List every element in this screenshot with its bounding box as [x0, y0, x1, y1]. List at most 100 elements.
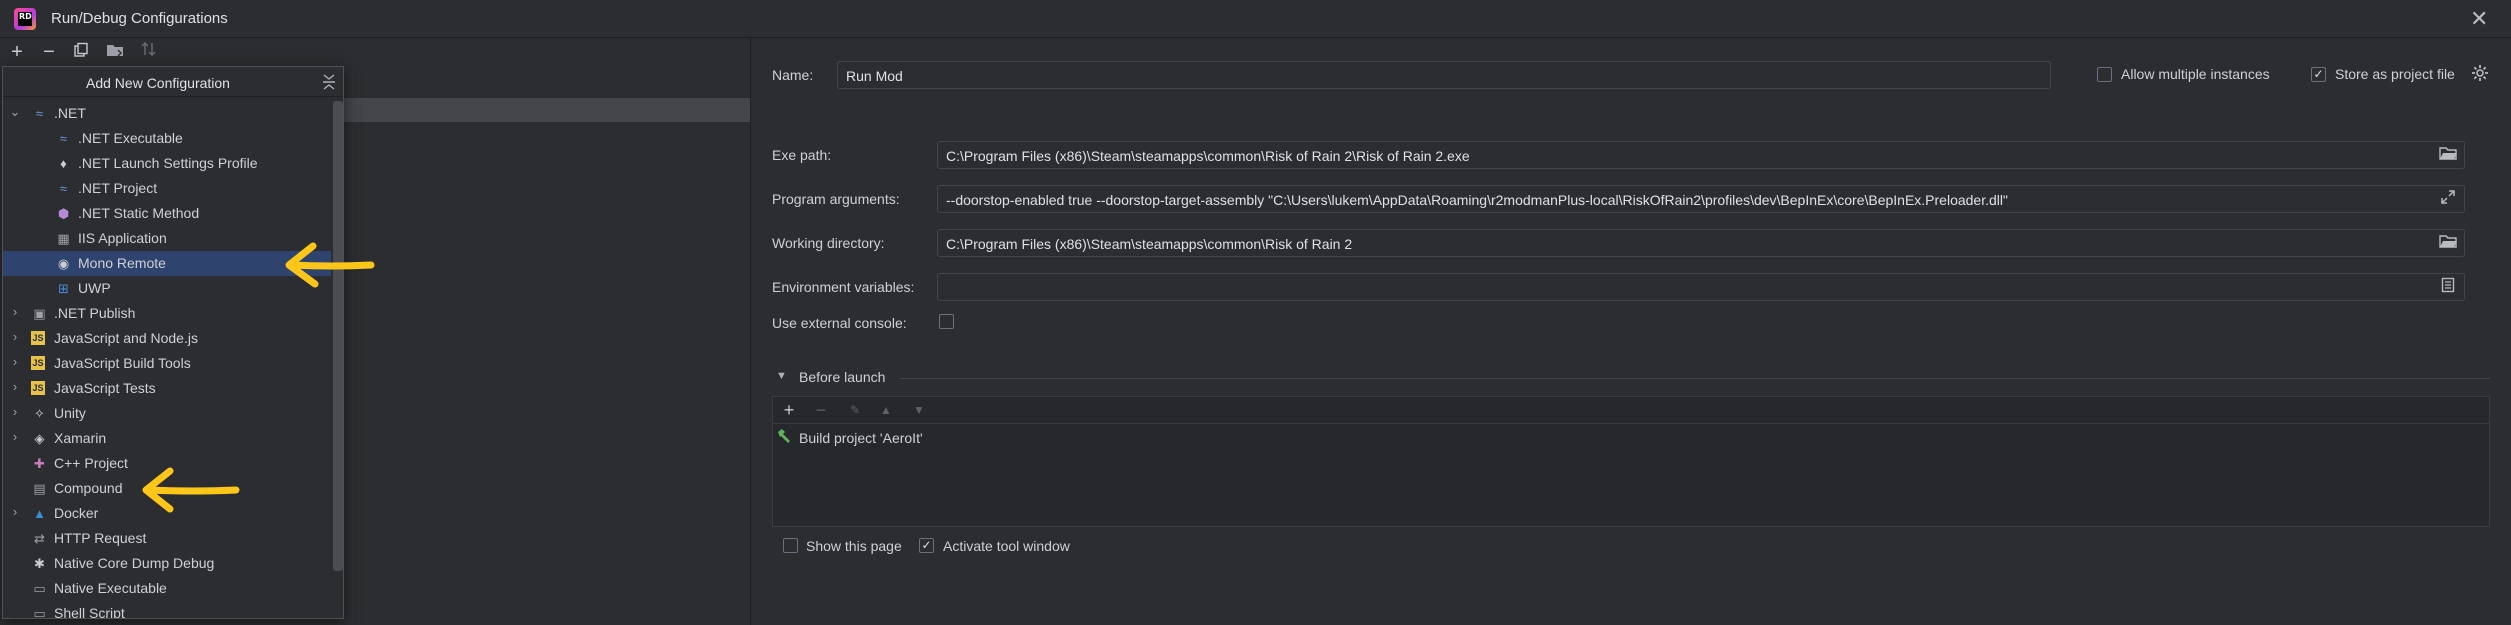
launch-profile-icon: ♦	[60, 156, 67, 171]
folder-icon[interactable]	[104, 40, 126, 64]
add-task-button[interactable]: +	[779, 400, 799, 420]
tree-item[interactable]: ≈ .NET Executable	[3, 126, 331, 151]
working-dir-input[interactable]: C:\Program Files (x86)\Steam\steamapps\c…	[937, 229, 2465, 257]
xamarin-icon: ◈	[34, 431, 45, 446]
build-task-label[interactable]: Build project 'AeroIt'	[799, 430, 923, 446]
add-new-configuration-popup: Add New Configuration ⌄ ≈ .NET ≈ .NET Execut…	[2, 66, 344, 619]
chevron-down-icon[interactable]: ▼	[776, 370, 787, 382]
panel-divider[interactable]	[750, 38, 751, 625]
store-as-project-label: Store as project file	[2335, 66, 2455, 82]
tree-item[interactable]: › ✧ Unity	[3, 401, 331, 426]
tree-item[interactable]: ⬢ .NET Static Method	[3, 201, 331, 226]
chevron-right-icon[interactable]: ›	[9, 329, 21, 344]
tree-item-label: .NET Publish	[54, 305, 136, 321]
allow-multiple-label: Allow multiple instances	[2121, 66, 2270, 82]
remove-task-button[interactable]: −	[811, 400, 831, 420]
tree-item-label: Compound	[54, 480, 123, 496]
dotnet-exe-icon: ≈	[59, 131, 68, 146]
tree-item[interactable]: ▦ IIS Application	[3, 226, 331, 251]
sort-icon[interactable]	[138, 40, 160, 64]
tree-item[interactable]: › ▣ .NET Publish	[3, 301, 331, 326]
tree-item-label: .NET	[54, 105, 86, 121]
tree-item[interactable]: › JS JavaScript Tests	[3, 376, 331, 401]
tree-item-label: Xamarin	[54, 430, 107, 446]
tree-item[interactable]: › JS JavaScript Build Tools	[3, 351, 331, 376]
add-configuration-button[interactable]: +	[6, 40, 28, 64]
tree-item[interactable]: ⌄ ≈ .NET	[3, 101, 331, 126]
js-tests-icon: JS	[31, 381, 45, 395]
tree-item-label: Unity	[54, 405, 86, 421]
chevron-right-icon[interactable]: ›	[9, 354, 21, 369]
config-toolbar: + −	[0, 38, 750, 68]
tree-item[interactable]: › JS JavaScript and Node.js	[3, 326, 331, 351]
folder-browse-icon[interactable]	[2438, 145, 2458, 165]
tree-item[interactable]: ◉ Mono Remote	[3, 251, 331, 276]
tree-item[interactable]: ✱ Native Core Dump Debug	[3, 551, 331, 576]
windows-icon: ⊞	[58, 281, 69, 296]
tree-item-label: C++ Project	[54, 455, 128, 471]
tree-item-label: Native Core Dump Debug	[54, 555, 215, 571]
program-args-input[interactable]: --doorstop-enabled true --doorstop-targe…	[937, 185, 2465, 213]
before-launch-title: Before launch	[799, 369, 886, 385]
chevron-right-icon[interactable]: ›	[9, 404, 21, 419]
gear-icon[interactable]	[2470, 64, 2490, 84]
tree-item-label: .NET Static Method	[78, 205, 200, 221]
show-page-checkbox[interactable]	[783, 538, 798, 553]
move-up-icon[interactable]: ▲	[876, 400, 896, 420]
section-divider	[900, 378, 2490, 379]
activate-tool-checkbox[interactable]: ✓	[919, 538, 934, 553]
chevron-right-icon[interactable]: ›	[9, 304, 21, 319]
popup-scrollbar[interactable]	[333, 101, 343, 571]
annotation-arrow-mono	[285, 242, 375, 288]
external-console-checkbox[interactable]	[939, 314, 954, 329]
copy-icon[interactable]	[70, 40, 92, 64]
native-exe-icon: ▭	[33, 581, 46, 596]
show-page-label: Show this page	[806, 538, 902, 554]
cpp-icon: ✚	[34, 456, 45, 471]
exe-path-input[interactable]: C:\Program Files (x86)\Steam\steamapps\c…	[937, 141, 2465, 169]
name-label: Name:	[772, 67, 814, 83]
tree-item[interactable]: ▭ Native Executable	[3, 576, 331, 601]
program-args-label: Program arguments:	[772, 191, 900, 207]
before-launch-toolbar	[772, 396, 2490, 424]
tree-item[interactable]: ▭ Shell Script	[3, 601, 331, 619]
shell-icon: ▭	[33, 606, 46, 619]
tree-item-label: .NET Launch Settings Profile	[78, 155, 258, 171]
tree-item-label: .NET Project	[78, 180, 158, 196]
chevron-right-icon[interactable]: ›	[9, 504, 21, 519]
tree-item-label: Docker	[54, 505, 99, 521]
collapse-all-icon[interactable]	[321, 73, 337, 91]
edit-task-icon[interactable]: ✎	[845, 400, 865, 420]
unity-icon: ✧	[34, 406, 45, 421]
env-vars-input[interactable]	[937, 273, 2465, 301]
tree-item-label: Mono Remote	[78, 255, 166, 271]
tree-item-label: .NET Executable	[78, 130, 183, 146]
tree-item-label: JavaScript and Node.js	[54, 330, 198, 346]
allow-multiple-checkbox[interactable]	[2097, 67, 2112, 82]
tree-item[interactable]: › ◈ Xamarin	[3, 426, 331, 451]
chevron-right-icon[interactable]: ›	[9, 429, 21, 444]
close-icon[interactable]: ✕	[2470, 6, 2488, 32]
popup-title: Add New Configuration	[86, 75, 230, 91]
expand-icon[interactable]	[2438, 189, 2458, 209]
tree-item[interactable]: ♦ .NET Launch Settings Profile	[3, 151, 331, 176]
static-method-icon: ⬢	[57, 206, 70, 221]
exe-path-label: Exe path:	[772, 147, 832, 163]
store-as-project-checkbox[interactable]: ✓	[2311, 67, 2326, 82]
move-down-icon[interactable]: ▼	[909, 400, 929, 420]
tree-item[interactable]: ⇄ HTTP Request	[3, 526, 331, 551]
tree-item[interactable]: ≈ .NET Project	[3, 176, 331, 201]
dotnet-icon: ≈	[35, 106, 44, 121]
dotnet-project-icon: ≈	[59, 181, 68, 196]
title-bar: RD Run/Debug Configurations ✕	[0, 0, 2511, 38]
name-input[interactable]: Run Mod	[837, 61, 2051, 89]
tree-item-label: JavaScript Build Tools	[54, 355, 191, 371]
chevron-down-icon[interactable]: ⌄	[9, 104, 21, 120]
tree-item-label: UWP	[78, 280, 111, 296]
chevron-right-icon[interactable]: ›	[9, 379, 21, 394]
tree-item[interactable]: ⊞ UWP	[3, 276, 331, 301]
folder-browse-icon[interactable]	[2438, 233, 2458, 253]
remove-configuration-button[interactable]: −	[38, 40, 60, 64]
selected-configuration-row[interactable]	[344, 98, 750, 122]
document-icon[interactable]	[2438, 277, 2458, 297]
